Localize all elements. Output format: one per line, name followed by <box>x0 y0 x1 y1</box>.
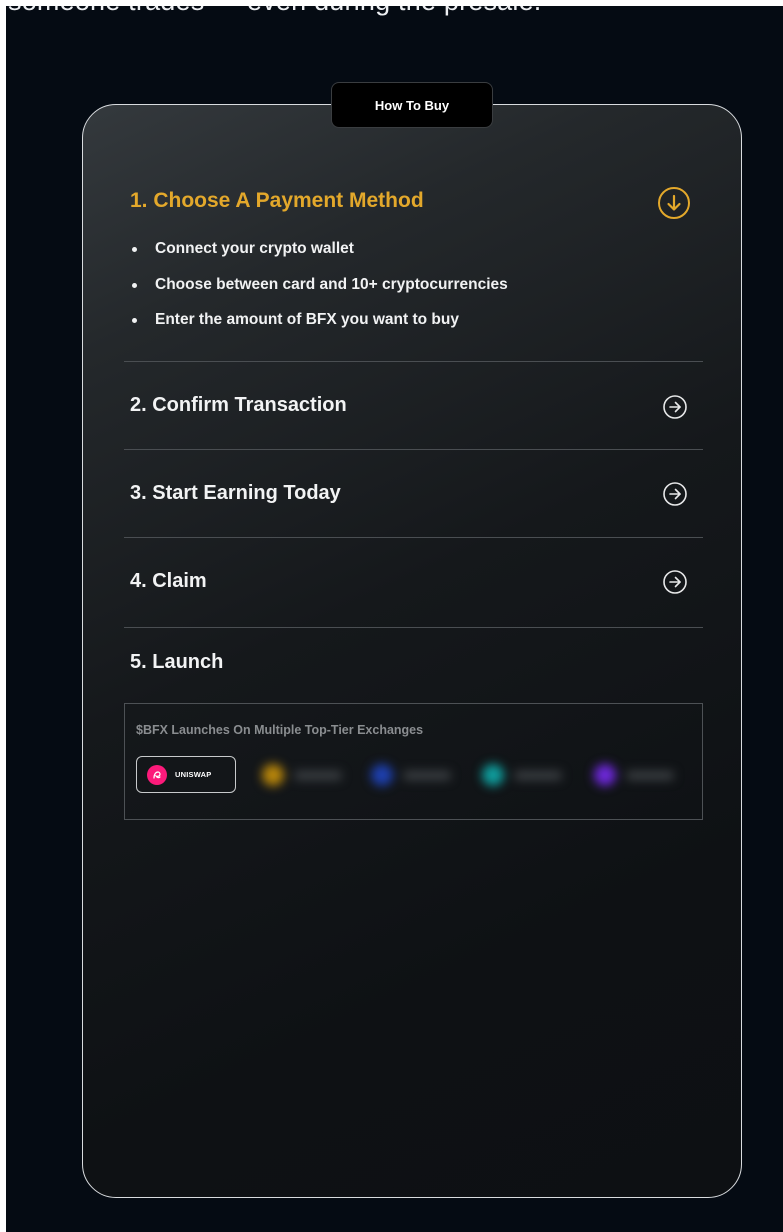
divider <box>124 537 703 538</box>
bullet-item: Connect your crypto wallet <box>130 238 508 274</box>
blur-bar <box>514 770 562 780</box>
blur-bar <box>403 770 451 780</box>
uniswap-logo-icon <box>147 764 167 785</box>
left-edge-strip <box>0 0 6 1232</box>
divider <box>124 449 703 450</box>
exchange-logo-icon <box>371 764 393 786</box>
exchange-chip-blurred <box>474 757 570 793</box>
exchange-logo-icon <box>262 764 284 786</box>
chevron-down-circle-icon[interactable] <box>657 186 691 220</box>
exchange-chip-blurred <box>586 757 682 793</box>
arrow-right-circle-icon[interactable] <box>662 481 688 507</box>
how-to-buy-tab: How To Buy <box>331 82 493 128</box>
step-4-title[interactable]: 4. Claim <box>130 570 207 593</box>
blur-bar <box>626 770 674 780</box>
step-3-title[interactable]: 3. Start Earning Today <box>130 482 341 505</box>
bullet-item: Choose between card and 10+ cryptocurren… <box>130 274 508 310</box>
exchange-chip-blurred <box>363 757 459 793</box>
exchange-logo-icon <box>594 764 616 786</box>
divider <box>124 627 703 628</box>
arrow-right-circle-icon[interactable] <box>662 394 688 420</box>
tab-label: How To Buy <box>374 97 450 113</box>
top-edge-strip <box>0 0 783 6</box>
exchange-name: UNISWAP <box>175 770 212 779</box>
divider <box>124 361 703 362</box>
exchange-chip-uniswap[interactable]: UNISWAP <box>136 756 236 793</box>
bullet-item: Enter the amount of BFX you want to buy <box>130 309 508 345</box>
step-1-title[interactable]: 1. Choose A Payment Method <box>130 189 424 213</box>
arrow-right-circle-icon[interactable] <box>662 569 688 595</box>
blur-bar <box>294 770 342 780</box>
page-viewport: someone trades — even during the presale… <box>0 0 783 1232</box>
exchange-chip-blurred <box>254 757 350 793</box>
step-5-title[interactable]: 5. Launch <box>130 651 223 674</box>
exchange-logo-icon <box>482 764 504 786</box>
step-2-title[interactable]: 2. Confirm Transaction <box>130 394 347 417</box>
exchanges-label: $BFX Launches On Multiple Top-Tier Excha… <box>136 723 424 737</box>
step-1-bullets: Connect your crypto wallet Choose betwee… <box>130 238 508 345</box>
